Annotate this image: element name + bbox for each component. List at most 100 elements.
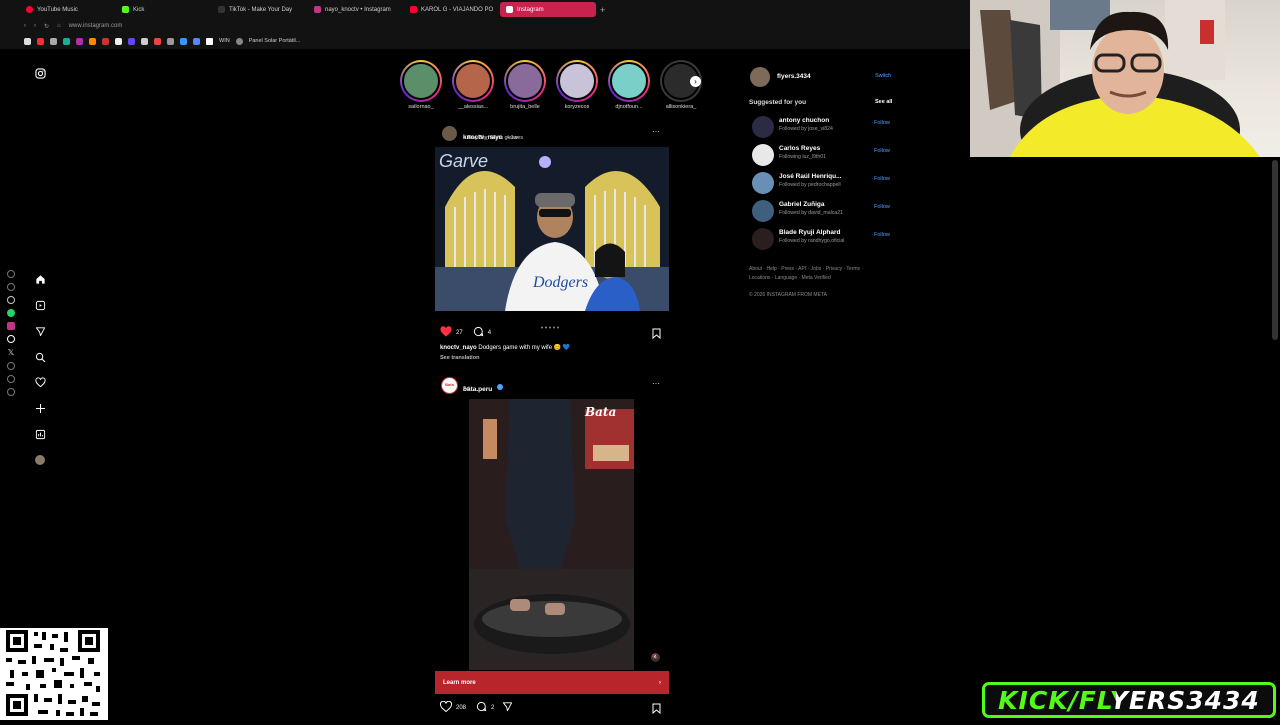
opera-sidebar: 𝕏: [0, 270, 22, 396]
address-bar: ‹ › ↻ ⌂ www.instagram.com: [0, 19, 970, 33]
aria-icon[interactable]: [7, 270, 15, 278]
comment-count[interactable]: 4: [488, 330, 491, 336]
dashboard-icon[interactable]: [34, 428, 46, 440]
bookmark-win[interactable]: WIN: [219, 38, 230, 44]
bookmark-icon[interactable]: [141, 37, 148, 45]
kick-icon: [122, 6, 129, 13]
bookmark-panel-solar[interactable]: Panel Solar Portátil...: [249, 38, 301, 44]
reload-icon[interactable]: ↻: [44, 23, 49, 30]
footer-links[interactable]: About · Help · Press · API · Jobs · Priv…: [749, 266, 863, 272]
my-avatar[interactable]: [750, 67, 770, 87]
ad-video[interactable]: Bata 🔇: [435, 399, 669, 670]
tab-nayo-instagram[interactable]: nayo_knoctv • Instagram: [308, 2, 404, 17]
like-count[interactable]: 27: [456, 330, 463, 336]
suggested-title: Suggested for you: [749, 99, 807, 106]
tab-karol-g[interactable]: KAROL G - VIAJANDO PO: [404, 2, 500, 17]
suggestion-avatar[interactable]: [752, 172, 774, 194]
like-heart-icon[interactable]: [440, 326, 452, 339]
whatsapp-icon[interactable]: [7, 309, 15, 317]
bookmark-icon[interactable]: [76, 37, 83, 45]
caption-username[interactable]: knoctv_nayo: [440, 345, 477, 351]
like-count[interactable]: 208: [456, 705, 466, 711]
ad-avatar[interactable]: Bata: [441, 377, 458, 394]
suggestion-avatar[interactable]: [752, 116, 774, 138]
bookmark-icon[interactable]: [128, 37, 135, 45]
browser-tab-bar: YouTube Music Kick TikTok - Make Your Da…: [0, 0, 970, 19]
settings-icon[interactable]: [7, 388, 15, 396]
bookmark-icon[interactable]: [24, 37, 31, 45]
story-item[interactable]: djnotfoun...: [606, 60, 652, 110]
clock-icon[interactable]: [7, 362, 15, 370]
bookmark-icon[interactable]: [154, 37, 161, 45]
x-icon[interactable]: 𝕏: [8, 348, 14, 357]
story-item[interactable]: sailornao_: [398, 60, 444, 110]
comment-icon[interactable]: [473, 326, 484, 339]
suggestion-avatar[interactable]: [752, 200, 774, 222]
direct-messages-icon[interactable]: [34, 325, 46, 337]
home-icon[interactable]: ⌂: [57, 23, 61, 29]
history-icon[interactable]: [7, 283, 15, 291]
bookmark-icon[interactable]: [206, 37, 213, 45]
follow-button[interactable]: Follow: [874, 204, 890, 210]
save-bookmark-icon[interactable]: [652, 326, 661, 344]
tiktok-icon[interactable]: [7, 335, 15, 343]
bookmark-icon[interactable]: [115, 37, 122, 45]
post-image[interactable]: Garve Dodgers: [435, 147, 669, 311]
tab-kick[interactable]: Kick: [116, 2, 212, 17]
stories-next-icon[interactable]: ›: [690, 76, 701, 87]
bookmark-icon[interactable]: [167, 37, 174, 45]
bookmark-icon[interactable]: [193, 37, 200, 45]
back-icon[interactable]: ‹: [24, 23, 26, 29]
suggestion-row: Gabriel Zuñiga Followed by david_malca21…: [750, 198, 900, 222]
share-icon[interactable]: [502, 701, 513, 714]
bookmark-icon[interactable]: [89, 37, 96, 45]
instagram-logo-icon[interactable]: [34, 67, 46, 79]
save-bookmark-icon[interactable]: [652, 701, 661, 719]
reels-icon[interactable]: [34, 299, 46, 311]
ad-options-button[interactable]: ···: [652, 379, 660, 388]
page-scrollbar[interactable]: [1272, 160, 1278, 340]
comment-count[interactable]: 2: [491, 705, 494, 711]
suggestion-avatar[interactable]: [752, 144, 774, 166]
follow-button[interactable]: Follow: [874, 176, 890, 182]
see-all-link[interactable]: See all: [875, 99, 892, 105]
chatgpt-icon[interactable]: [7, 296, 15, 304]
story-item[interactable]: __alessias...: [450, 60, 496, 110]
notifications-heart-icon[interactable]: [34, 376, 46, 388]
info-icon[interactable]: [7, 375, 15, 383]
post-options-button[interactable]: ···: [652, 127, 660, 136]
see-translation-link[interactable]: See translation: [440, 355, 479, 361]
search-icon[interactable]: [34, 351, 46, 363]
comment-icon[interactable]: [476, 701, 487, 714]
home-icon[interactable]: [34, 273, 46, 285]
tab-tiktok[interactable]: TikTok - Make Your Day: [212, 2, 308, 17]
url-field[interactable]: www.instagram.com: [69, 23, 123, 29]
bookmark-icon[interactable]: [102, 37, 109, 45]
mute-icon[interactable]: 🔇: [651, 653, 660, 662]
suggestion-avatar[interactable]: [752, 228, 774, 250]
story-item[interactable]: brujita_belle: [502, 60, 548, 110]
profile-avatar[interactable]: [34, 454, 46, 466]
switch-account-link[interactable]: Switch: [875, 73, 891, 79]
follow-button[interactable]: Follow: [874, 120, 890, 126]
footer-links-2[interactable]: Locations · Language · Meta Verified: [749, 275, 831, 281]
forward-icon[interactable]: ›: [34, 23, 36, 29]
like-heart-icon[interactable]: [439, 700, 453, 714]
bookmark-icon[interactable]: [37, 37, 44, 45]
bookmark-icon[interactable]: [180, 37, 187, 45]
post-subtitle[interactable]: ◌ Ray-Ban Meta glasses: [463, 135, 523, 141]
instagram-icon[interactable]: [7, 322, 15, 330]
follow-button[interactable]: Follow: [874, 232, 890, 238]
story-item[interactable]: koryzecos: [554, 60, 600, 110]
new-tab-button[interactable]: +: [600, 5, 605, 15]
follow-button[interactable]: Follow: [874, 148, 890, 154]
bookmark-icon[interactable]: [50, 37, 57, 45]
tab-youtube-music[interactable]: YouTube Music: [20, 2, 116, 17]
qr-code[interactable]: [0, 628, 108, 720]
tab-instagram-active[interactable]: Instagram: [500, 2, 596, 17]
learn-more-button[interactable]: Learn more ›: [435, 671, 669, 694]
bookmark-icon[interactable]: [63, 37, 70, 45]
my-username[interactable]: flyers.3434: [777, 73, 811, 80]
create-plus-icon[interactable]: [34, 402, 46, 414]
post-avatar[interactable]: [442, 126, 457, 141]
